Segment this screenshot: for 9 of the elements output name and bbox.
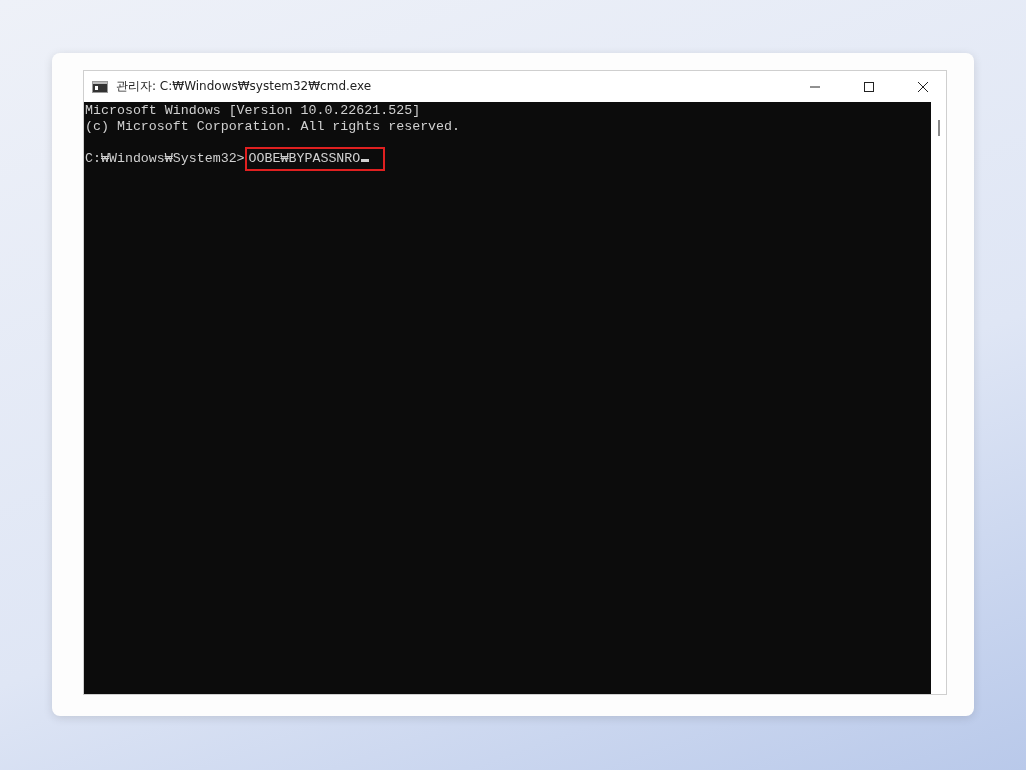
console-line: (c) Microsoft Corporation. All rights reserved.	[85, 119, 462, 135]
window-title: 관리자: C:₩Windows₩system32₩cmd.exe	[116, 78, 373, 95]
command-prompt: C:₩Windows₩System32>	[85, 151, 245, 166]
terminal-icon	[92, 80, 108, 93]
text-cursor	[361, 159, 370, 162]
typed-command: OOBE₩BYPASSNRO	[248, 151, 382, 167]
maximize-icon	[864, 81, 874, 92]
console-line: Microsoft Windows [Version 10.0.22621.525]	[85, 103, 422, 119]
close-icon	[918, 81, 928, 92]
